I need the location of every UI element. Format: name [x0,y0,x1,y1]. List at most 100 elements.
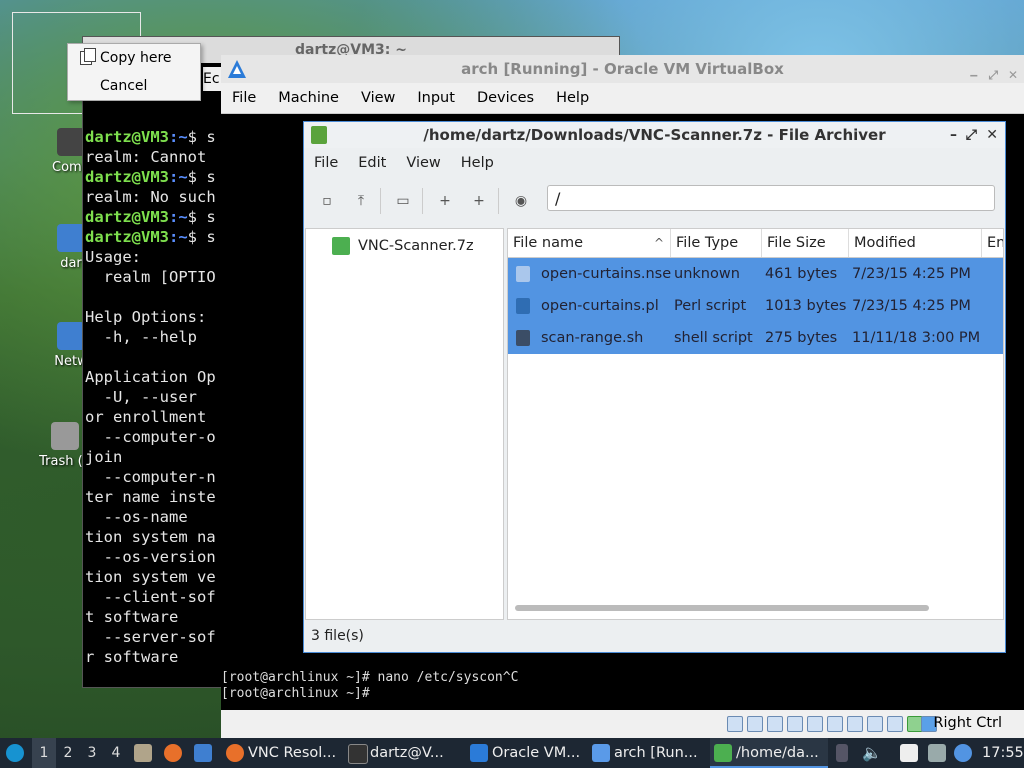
minimize-icon[interactable]: – [950,122,957,148]
terminal-output-line: --server-sof [85,628,216,646]
column-header-size[interactable]: File Size [762,229,849,257]
column-header-name[interactable]: File name ^ [508,229,671,257]
start-menu-icon[interactable] [6,744,24,762]
maximize-icon[interactable]: ⤢ [966,122,977,148]
terminal-output-line: realm: No such [85,188,216,206]
tree-node-archive[interactable]: VNC-Scanner.7z [332,237,474,255]
firefox-icon[interactable] [164,744,182,762]
add-folder-icon[interactable]: + [468,190,490,212]
extract-icon[interactable]: ⤒ [350,190,372,212]
guest-console[interactable]: [root@archlinux ~]# nano /etc/syscon^C [r… [221,670,518,702]
terminal-prompt-line: dartz@VM3:~$ s [85,207,219,227]
file-modified: 7/23/15 4:25 PM [852,266,971,282]
menu-item-label: Cancel [100,78,148,94]
archiver-menu-view[interactable]: View [396,148,450,178]
trash-icon [51,422,79,450]
archiver-menu-file[interactable]: File [304,148,348,178]
archiver-titlebar[interactable]: /home/dartz/Downloads/VNC-Scanner.7z - F… [304,122,1005,148]
vbox-menu-input[interactable]: Input [406,83,466,113]
volume-icon[interactable]: 🔈 [862,738,882,768]
clock[interactable]: 17:55 [982,738,1024,768]
terminal-output-line: --computer-n [85,468,216,486]
vbox-menu-help[interactable]: Help [545,83,600,113]
archiver-toolbar: ▫ ⤒ ▭ + + ◉ / [304,178,1005,222]
workspace-3[interactable]: 3 [80,738,104,768]
minimize-icon[interactable]: ‒ [970,61,978,89]
stop-icon[interactable]: ◉ [510,190,532,212]
copy-here-menu-item[interactable]: Copy here [68,44,200,72]
prompt-command: $ s [187,228,216,246]
archiver-menu-help[interactable]: Help [451,148,504,178]
file-row[interactable]: scan-range.sh shell script 275 bytes 11/… [508,322,1003,354]
archive-icon [311,126,327,144]
cancel-menu-item[interactable]: Cancel [68,72,200,100]
taskbar: 1 2 3 4 VNC Resol... dartz@V... Oracle V… [0,738,1024,768]
updates-icon[interactable] [954,744,972,762]
terminal-output-line: tion system ve [85,568,216,586]
new-archive-icon[interactable]: ▫ [316,190,338,212]
toolbar-separator [422,188,423,214]
display-icon[interactable] [847,716,863,732]
close-icon[interactable]: ✕ [986,122,998,148]
workspace-2[interactable]: 2 [56,738,80,768]
vbox-menu-devices[interactable]: Devices [466,83,545,113]
virtualization-icon[interactable] [887,716,903,732]
vbox-menu-view[interactable]: View [350,83,406,113]
audio-icon[interactable] [767,716,783,732]
network-status-icon[interactable] [928,744,946,762]
file-modified: 11/11/18 3:00 PM [852,330,981,346]
prompt-user: dartz@VM3 [85,208,169,226]
network-adapter-icon[interactable] [787,716,803,732]
terminal-output-line: -U, --user [85,388,197,406]
toolbar-separator [380,188,381,214]
task-label: Oracle VM... [492,745,581,761]
prompt-path: :~ [169,128,188,146]
vbox-menu-machine[interactable]: Machine [267,83,350,113]
file-row[interactable]: open-curtains.pl Perl script 1013 bytes … [508,290,1003,322]
hard-disk-icon[interactable] [727,716,743,732]
file-archiver-window[interactable]: /home/dartz/Downloads/VNC-Scanner.7z - F… [303,121,1006,653]
file-row[interactable]: open-curtains.nse unknown 461 bytes 7/23… [508,258,1003,290]
archiver-menu-edit[interactable]: Edit [348,148,396,178]
drop-context-menu: Copy here Cancel [67,43,201,101]
column-header-modified[interactable]: Modified [849,229,982,257]
optical-drive-icon[interactable] [747,716,763,732]
terminal-output-line: --computer-o [85,428,216,446]
task-file-archiver[interactable]: /home/da... [710,738,828,768]
column-header-type[interactable]: File Type [671,229,762,257]
workspace-4[interactable]: 4 [104,738,128,768]
menu-item-label: Copy here [100,50,172,66]
terminal-output-line: --os-version [85,548,216,566]
maximize-icon[interactable]: ⤢ [988,61,998,89]
terminal-output-line: Help Options: [85,308,207,326]
file-type: Perl script [674,298,747,314]
archive-icon [714,744,732,762]
clipboard-icon[interactable] [900,744,918,762]
horizontal-scrollbar[interactable] [515,605,929,611]
close-icon[interactable]: ✕ [1008,61,1018,89]
archive-properties-icon[interactable]: ▭ [392,190,414,212]
add-file-icon[interactable]: + [434,190,456,212]
terminal-prompt-line: dartz@VM3:~$ s [85,227,219,247]
terminal-menu-edit[interactable]: Ec [203,67,223,91]
terminal-prompt-line: dartz@VM3:~$ s [85,127,219,147]
shell-script-icon [516,330,530,346]
scroll-tasks-icon[interactable] [836,744,848,762]
vbox-titlebar[interactable]: arch [Running] - Oracle VM VirtualBox ‒ … [221,55,1024,83]
location-bar[interactable]: / [547,185,995,211]
video-capture-icon[interactable] [867,716,883,732]
virtualbox-vm-icon [592,744,610,762]
shared-folders-icon[interactable] [827,716,843,732]
vbox-statusbar: Right Ctrl [221,710,1024,738]
column-header-encrypted[interactable]: En [982,229,1003,257]
file-name: scan-range.sh [541,330,644,346]
prompt-user: dartz@VM3 [85,128,169,146]
sort-ascending-icon: ^ [653,236,664,250]
show-desktop-icon[interactable] [194,744,212,762]
file-manager-icon[interactable] [134,744,152,762]
terminal-icon [348,744,368,764]
vbox-menu-file[interactable]: File [221,83,267,113]
terminal-output-line: or enrollment [85,408,207,426]
workspace-1[interactable]: 1 [32,738,56,768]
usb-icon[interactable] [807,716,823,732]
